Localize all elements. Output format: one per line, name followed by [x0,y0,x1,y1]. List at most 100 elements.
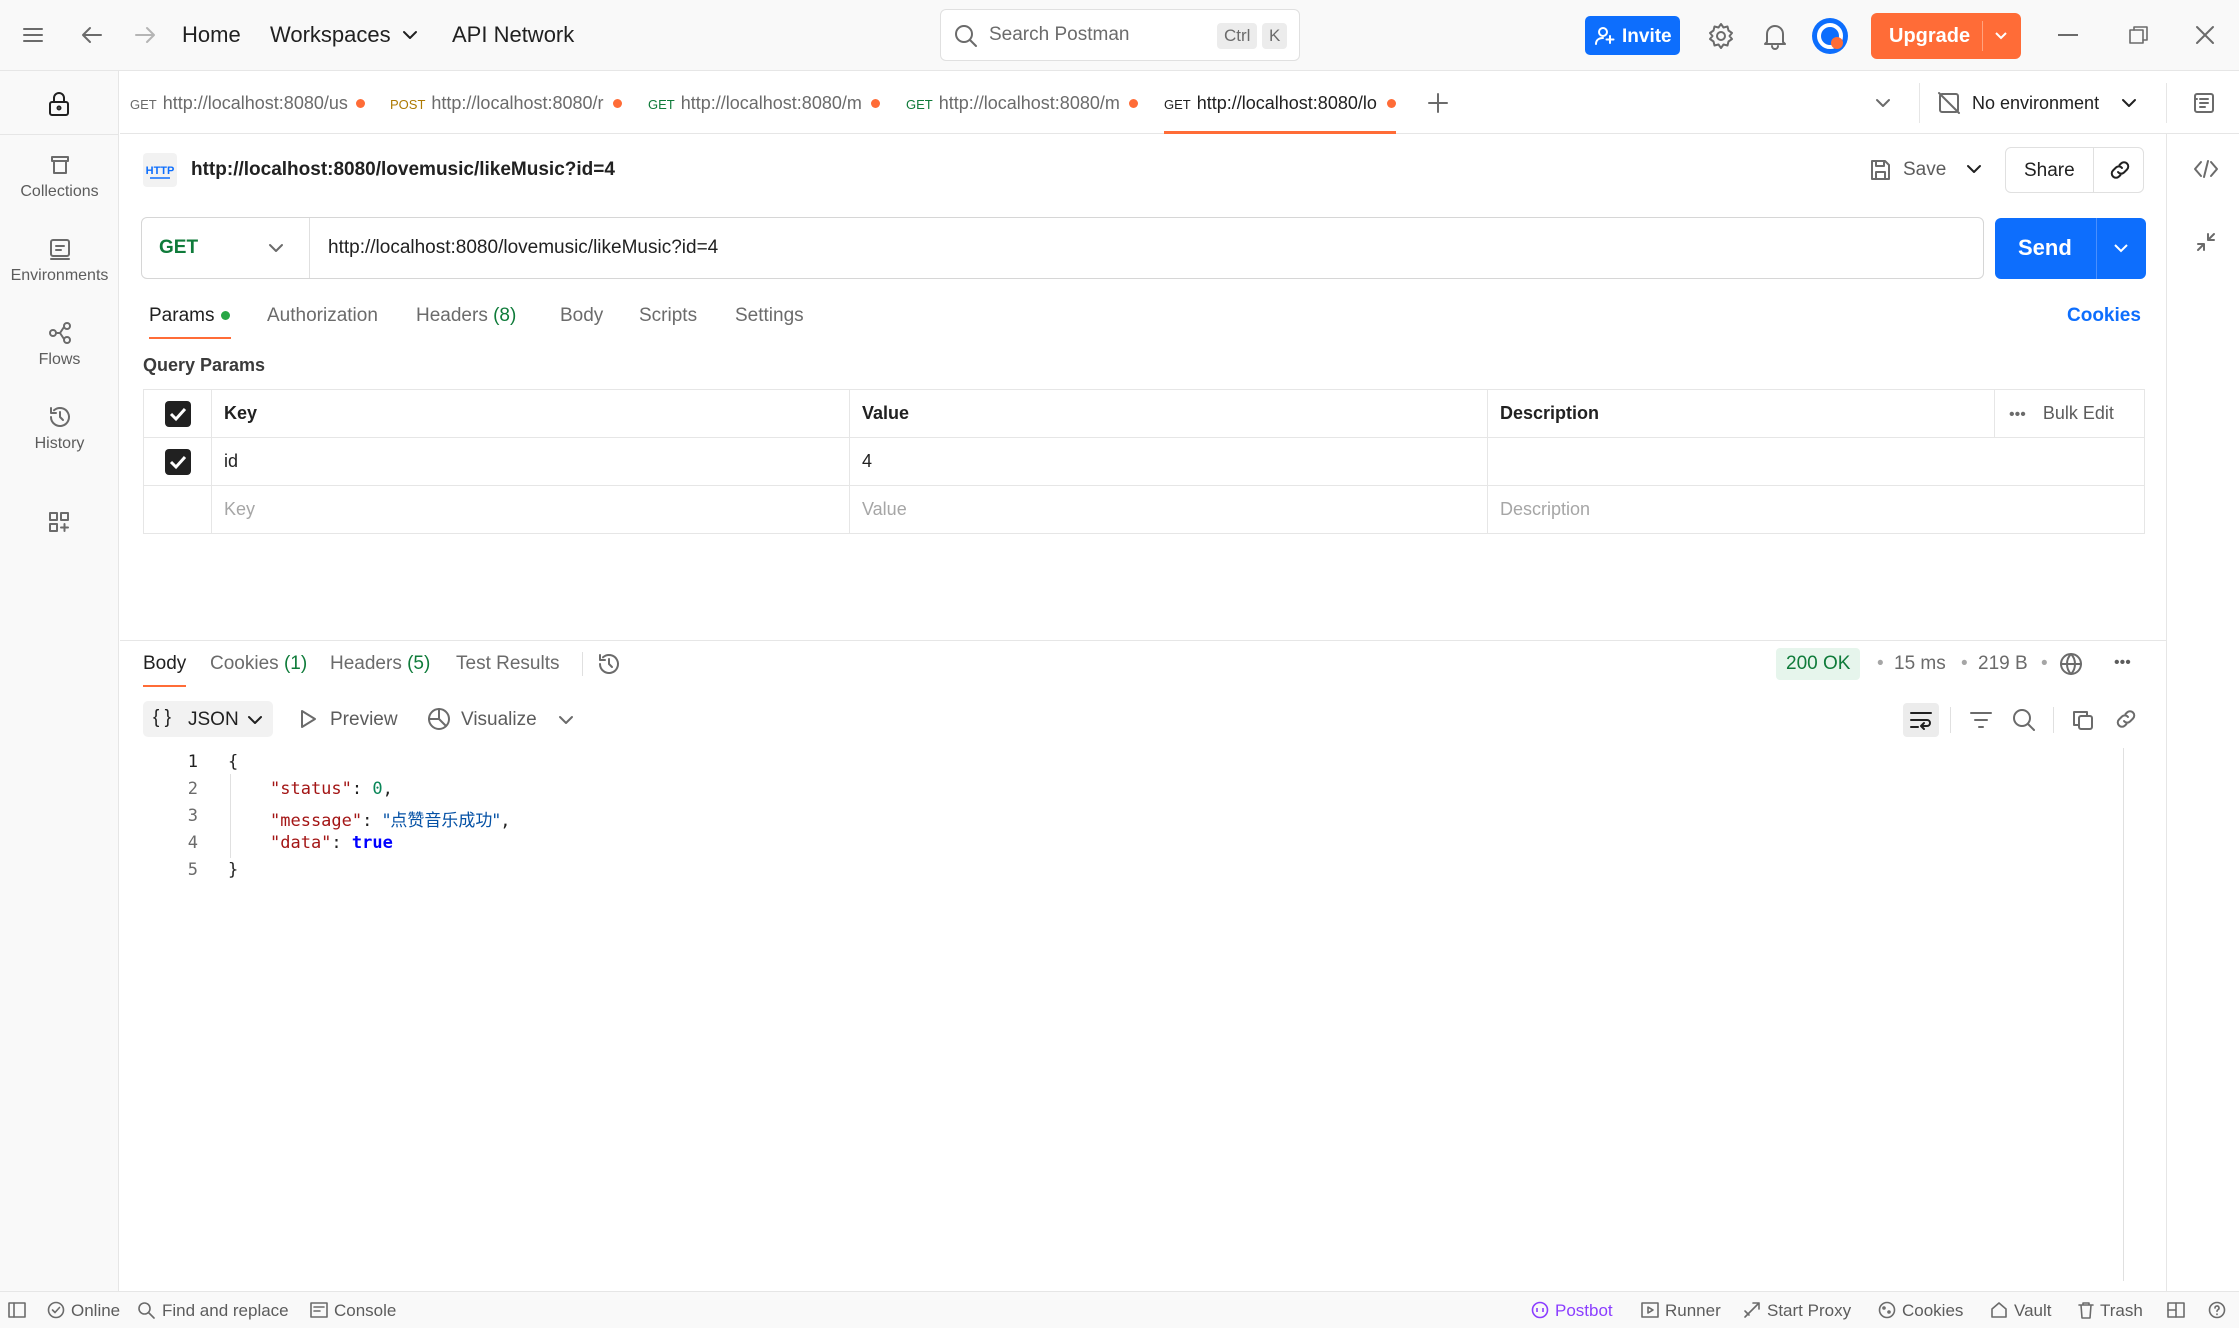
response-tab-body[interactable]: Body [143,653,186,675]
tab-settings[interactable]: Settings [735,305,804,327]
format-select[interactable]: { } JSON [143,701,273,737]
upgrade-button[interactable]: Upgrade [1871,13,2021,59]
key-placeholder[interactable]: Key [211,485,850,534]
search-box[interactable]: Search Postman Ctrl K [940,9,1300,61]
response-body-editor[interactable]: 1 2 3 4 5 { "status": 0, "message": "点赞音… [0,750,2120,880]
response-more-icon[interactable]: ••• [2114,654,2131,672]
json-line-status: "status": 0, [270,779,393,799]
search-response-icon[interactable] [2011,707,2037,733]
apps-grid-icon[interactable] [47,510,71,534]
request-tab[interactable]: GET http://localhost:8080/m [648,71,886,134]
param-description[interactable] [1487,437,2145,486]
close-window-icon[interactable] [2195,25,2215,45]
response-time[interactable]: 15 ms [1894,653,1946,675]
response-size[interactable]: 219 B [1978,653,2028,675]
copy-link-icon[interactable] [2109,159,2131,181]
layout-toggle-icon[interactable] [2167,1302,2185,1318]
tabs-overflow-chevron-icon[interactable] [1875,97,1891,109]
menu-icon[interactable] [22,25,44,45]
select-all-checkbox[interactable] [164,400,191,427]
minimize-icon[interactable] [2058,34,2078,36]
settings-gear-icon[interactable] [1707,22,1735,50]
editor-scrollbar[interactable] [2123,748,2124,1281]
environment-quick-look-icon[interactable] [2192,91,2216,115]
forward-arrow-icon[interactable] [133,24,157,46]
response-tab-test-results[interactable]: Test Results [456,653,559,675]
response-history-icon[interactable] [597,652,621,676]
send-button[interactable]: Send [2018,235,2072,261]
online-status[interactable]: Online [71,1301,120,1321]
bulk-edit-button[interactable]: Bulk Edit [2043,403,2114,423]
indent-guide [230,774,231,858]
postbot-button[interactable]: Postbot [1555,1301,1613,1321]
sidebar-item-flows[interactable]: Flows [0,321,119,369]
param-checkbox[interactable] [164,448,191,475]
sidebar-item-environments[interactable]: Environments [0,237,119,285]
status-badge[interactable]: 200 OK [1776,648,1861,680]
find-and-replace-button[interactable]: Find and replace [162,1301,289,1321]
filter-icon[interactable] [1969,709,1993,731]
invite-button[interactable]: Invite [1585,16,1680,55]
new-tab-plus-icon[interactable] [1427,92,1449,114]
preview-button[interactable]: Preview [330,709,398,731]
avatar[interactable] [1812,18,1848,54]
toggle-sidebar-icon[interactable] [8,1302,26,1318]
param-key[interactable]: id [211,437,850,486]
lock-icon[interactable] [47,91,71,117]
cookies-link[interactable]: Cookies [2067,305,2141,327]
query-params-table: Key Value Description ••• Bulk Edit id 4… [143,389,2145,534]
cookies-button[interactable]: Cookies [1902,1301,1963,1321]
more-options-icon[interactable]: ••• [2009,406,2026,423]
chevron-down-icon[interactable] [402,29,418,41]
json-line-data: "data": true [270,833,393,853]
description-placeholder[interactable]: Description [1487,485,2145,534]
save-button[interactable]: Save [1867,156,1967,186]
home-link[interactable]: Home [182,22,241,48]
upgrade-chevron-icon[interactable] [1994,30,2008,42]
code-icon[interactable] [2193,159,2219,179]
sidebar-item-history[interactable]: History [0,405,119,453]
visualize-chevron-icon[interactable] [558,714,574,726]
tab-params[interactable]: Params [149,305,214,327]
save-options-chevron-icon[interactable] [1966,163,1982,175]
restore-window-icon[interactable] [2128,24,2150,46]
share-button[interactable]: Share [2024,160,2075,182]
link-icon[interactable] [2115,708,2137,730]
response-tab-cookies[interactable]: Cookies (1) [210,653,307,675]
value-placeholder[interactable]: Value [849,485,1488,534]
request-tab[interactable]: POST http://localhost:8080/r [390,71,628,134]
request-tab[interactable]: GET http://localhost:8080/us [130,71,370,134]
tab-authorization[interactable]: Authorization [267,305,378,327]
trash-button[interactable]: Trash [2100,1301,2143,1321]
param-value[interactable]: 4 [849,437,1488,486]
save-icon [1868,158,1892,182]
sidebar-item-label: History [34,435,85,452]
globe-icon[interactable] [2059,652,2083,676]
tab-headers[interactable]: Headers (8) [416,305,516,327]
vault-button[interactable]: Vault [2014,1301,2052,1321]
runner-button[interactable]: Runner [1665,1301,1721,1321]
sidebar-item-collections[interactable]: Collections [0,153,119,201]
console-button[interactable]: Console [334,1301,396,1321]
method-value: GET [159,237,199,258]
request-tab[interactable]: GET http://localhost:8080/m [906,71,1144,134]
url-input[interactable]: http://localhost:8080/lovemusic/likeMusi… [328,237,718,259]
send-options-chevron-icon[interactable] [2113,242,2129,254]
start-proxy-button[interactable]: Start Proxy [1767,1301,1851,1321]
method-select[interactable]: GET [142,218,309,278]
help-icon[interactable] [2208,1301,2226,1319]
send-button-group: Send [1995,218,2146,279]
copy-icon[interactable] [2071,708,2095,732]
visualize-button[interactable]: Visualize [461,709,537,731]
workspaces-menu[interactable]: Workspaces [270,22,391,48]
request-title[interactable]: http://localhost:8080/lovemusic/likeMusi… [191,159,615,181]
collapse-arrows-icon[interactable] [2196,232,2216,252]
api-network-link[interactable]: API Network [452,22,574,48]
bell-icon[interactable] [1762,22,1788,50]
request-tab-active[interactable]: GET http://localhost:8080/lo [1164,71,1378,134]
response-tab-headers[interactable]: Headers (5) [330,653,430,675]
wrap-lines-button[interactable] [1903,703,1939,737]
tab-scripts[interactable]: Scripts [639,305,697,327]
back-arrow-icon[interactable] [80,24,104,46]
tab-body[interactable]: Body [560,305,603,327]
